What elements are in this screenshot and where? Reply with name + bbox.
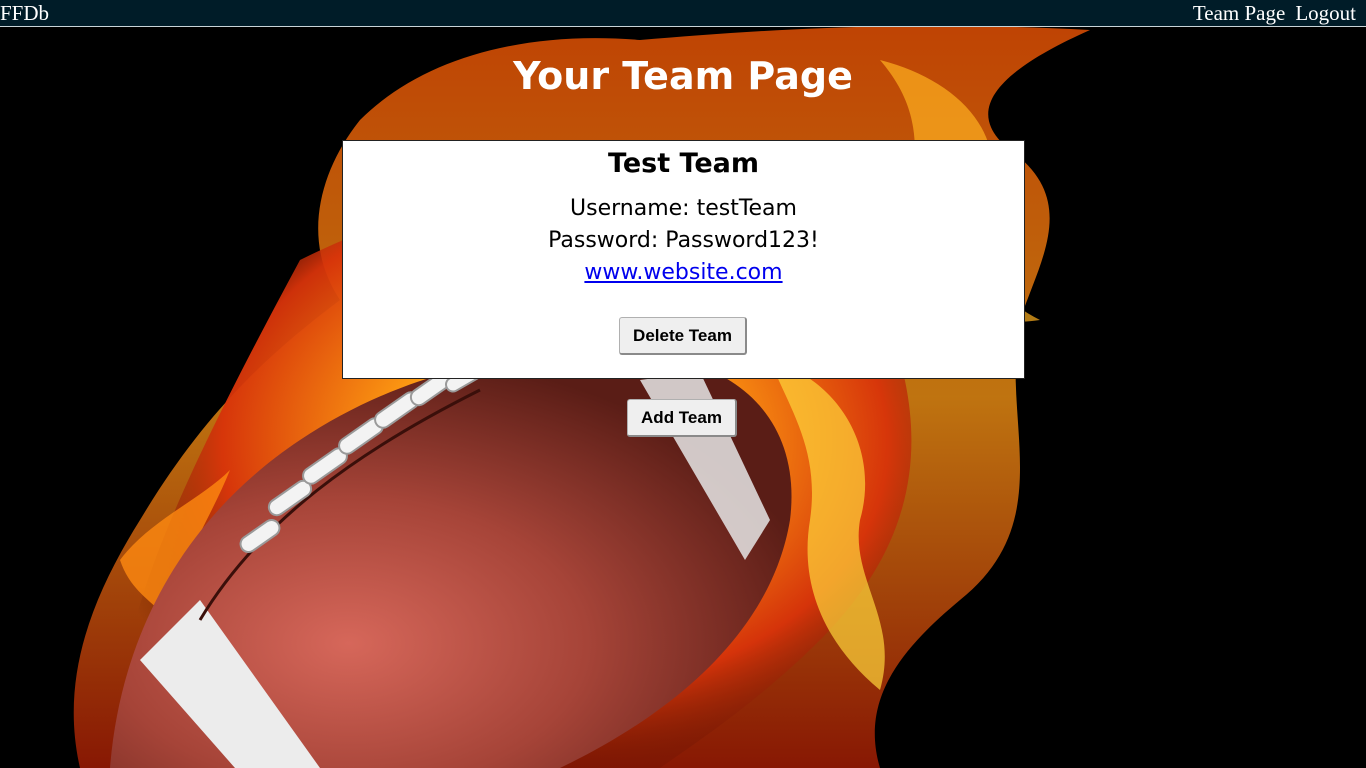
team-website-row: www.website.com [343, 259, 1024, 287]
team-name: Test Team [607, 148, 760, 179]
page-title: Your Team Page [513, 54, 853, 98]
team-username: Username: testTeam [570, 196, 797, 221]
team-password: Password: Password123! [548, 228, 819, 253]
delete-team-button[interactable]: Delete Team [619, 317, 747, 355]
team-card: Test Team Username: testTeam Password: P… [342, 140, 1025, 379]
brand-link[interactable]: FFDb [0, 0, 49, 26]
nav-links: Team Page Logout [1193, 0, 1356, 26]
flaming-football-icon [0, 0, 1366, 768]
add-team-button[interactable]: Add Team [627, 399, 737, 437]
nav-team-page-link[interactable]: Team Page [1193, 0, 1285, 26]
nav-logout-link[interactable]: Logout [1295, 0, 1356, 26]
top-navbar: FFDb Team Page Logout [0, 0, 1366, 27]
team-website-link[interactable]: www.website.com [584, 260, 782, 285]
